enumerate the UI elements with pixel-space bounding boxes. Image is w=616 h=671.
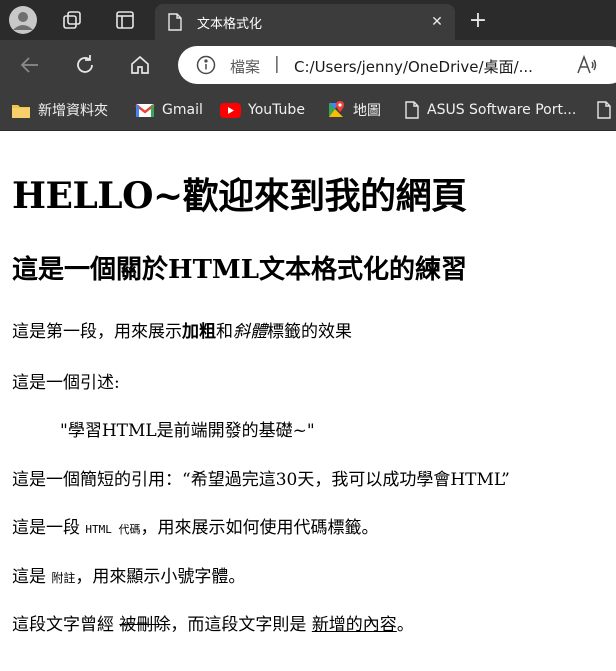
page-favicon-icon bbox=[167, 13, 183, 35]
read-aloud-icon[interactable] bbox=[576, 54, 598, 80]
bookmark-overflow[interactable] bbox=[596, 98, 616, 122]
folder-icon bbox=[11, 102, 31, 119]
paragraph-quote-intro: 這是一個引述: bbox=[12, 373, 120, 393]
vertical-tabs-icon[interactable] bbox=[109, 4, 141, 36]
paragraph-bold-italic: 這是第一段，用來展示加粗和斜體標籤的效果 bbox=[12, 317, 352, 342]
tab-strip: 文本格式化 ✕ + bbox=[0, 0, 616, 40]
text: ，而這段文字則是 bbox=[170, 615, 312, 635]
url-scheme-label: 檔案 bbox=[230, 58, 261, 76]
bookmark-gmail[interactable]: Gmail bbox=[135, 98, 203, 122]
paragraph-short-quote: 這是一個簡短的引用：“希望過完這30天，我可以成功學會HTML” bbox=[12, 465, 510, 490]
address-bar[interactable]: 檔案 | C:/Users/jenny/OneDrive/桌面/... bbox=[178, 46, 616, 84]
text: 。 bbox=[396, 615, 414, 635]
maps-icon bbox=[326, 100, 346, 120]
text: 和 bbox=[216, 322, 233, 342]
text: 這是一段 bbox=[12, 518, 86, 538]
url-text[interactable]: C:/Users/jenny/OneDrive/桌面/... bbox=[294, 56, 533, 77]
bookmark-label: ASUS Software Port... bbox=[427, 102, 577, 118]
italic-text: 斜體 bbox=[233, 322, 267, 342]
text: 這是一個簡短的引用： bbox=[12, 470, 182, 490]
paragraph-del-ins: 這段文字曾經 被刪除，而這段文字則是 新增的內容。 bbox=[12, 610, 414, 635]
bookmark-maps[interactable]: 地圖 bbox=[326, 98, 381, 122]
page-content: HELLO~歡迎來到我的網頁 這是一個關於HTML文本格式化的練習 這是第一段，… bbox=[0, 131, 616, 671]
text: 這段文字曾經 bbox=[12, 615, 120, 635]
bold-text: 加粗 bbox=[182, 322, 216, 342]
text: 標籤的效果 bbox=[267, 322, 352, 342]
refresh-button[interactable] bbox=[69, 49, 101, 81]
small-text: 附註 bbox=[51, 571, 76, 585]
bookmark-label: 新增資料夾 bbox=[38, 103, 108, 119]
code-text: HTML 代碼 bbox=[85, 523, 141, 536]
inserted-text: 新增的內容 bbox=[311, 615, 397, 635]
inline-quote: “希望過完這30天，我可以成功學會HTML” bbox=[182, 470, 510, 490]
bookmark-folder[interactable]: 新增資料夾 bbox=[11, 98, 108, 122]
page-heading-2: 這是一個關於HTML文本格式化的練習 bbox=[12, 255, 467, 285]
gmail-icon bbox=[135, 102, 155, 118]
text: ，用來顯示小號字體。 bbox=[75, 567, 246, 587]
blockquote: "學習HTML是前端開發的基礎~" bbox=[60, 421, 315, 441]
bookmark-label: 地圖 bbox=[353, 103, 381, 119]
home-button[interactable] bbox=[124, 49, 156, 81]
tab-title: 文本格式化 bbox=[197, 17, 263, 32]
info-icon[interactable] bbox=[196, 55, 216, 79]
text: ，用來展示如何使用代碼標籤。 bbox=[140, 518, 379, 538]
tab-close-icon[interactable]: ✕ bbox=[425, 10, 449, 34]
paragraph-code: 這是一段 HTML 代碼，用來展示如何使用代碼標籤。 bbox=[12, 513, 379, 538]
bookmark-label: Gmail bbox=[162, 102, 203, 118]
bookmark-asus[interactable]: ASUS Software Port... bbox=[404, 98, 576, 122]
bookmark-label: YouTube bbox=[248, 102, 305, 118]
url-separator: | bbox=[274, 54, 280, 74]
text: 這是 bbox=[12, 567, 52, 587]
collections-icon[interactable] bbox=[56, 4, 88, 36]
back-button[interactable] bbox=[14, 49, 46, 81]
paragraph-small: 這是 附註，用來顯示小號字體。 bbox=[12, 562, 245, 587]
tab-active[interactable]: 文本格式化 ✕ bbox=[155, 4, 455, 40]
new-tab-button[interactable]: + bbox=[462, 4, 494, 36]
page-heading-1: HELLO~歡迎來到我的網頁 bbox=[12, 175, 467, 217]
youtube-icon bbox=[220, 102, 241, 118]
bookmark-youtube[interactable]: YouTube bbox=[220, 98, 305, 122]
text: 這是第一段，用來展示 bbox=[12, 322, 182, 342]
bookmarks-bar: 新增資料夾 Gmail YouTube 地圖 ASUS Software Por… bbox=[0, 90, 616, 131]
page-icon bbox=[404, 101, 420, 119]
page-icon bbox=[596, 101, 612, 119]
deleted-text: 被刪除 bbox=[119, 615, 171, 635]
profile-avatar-icon[interactable] bbox=[7, 4, 39, 36]
